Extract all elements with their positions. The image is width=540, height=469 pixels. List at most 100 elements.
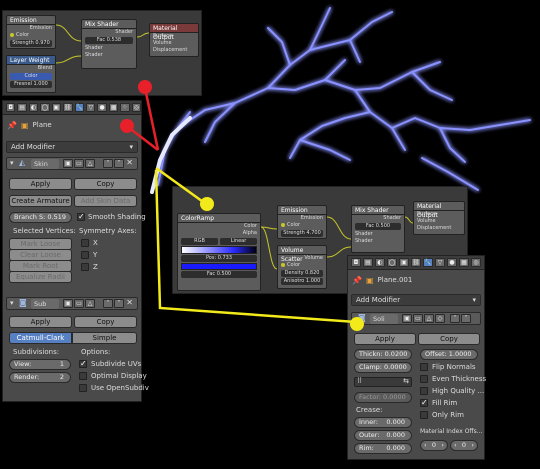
clamp-field[interactable]: Clamp: 0.0000 bbox=[354, 362, 412, 373]
object-tab-icon[interactable]: ▣ bbox=[51, 103, 61, 112]
optimal-display-checkbox[interactable] bbox=[79, 372, 87, 380]
render-levels-field[interactable]: Render: 2 bbox=[9, 372, 71, 383]
material-tab-icon[interactable]: ● bbox=[447, 258, 457, 267]
viewport-toggle-icon[interactable]: ▭ bbox=[413, 314, 423, 323]
offset-field[interactable]: Offset: 1.0000 bbox=[420, 349, 478, 360]
constraints-tab-icon[interactable]: ⛓ bbox=[62, 103, 73, 112]
factor-field[interactable]: Factor: 0.0000 bbox=[354, 392, 412, 403]
modifier-name-field[interactable]: Sub bbox=[31, 299, 59, 309]
close-icon[interactable]: ✕ bbox=[126, 298, 133, 307]
editmode-toggle-icon[interactable]: △ bbox=[424, 314, 434, 323]
material-offset-field[interactable]: ‹ 0 › bbox=[420, 440, 448, 451]
data-tab-icon[interactable]: ▽ bbox=[435, 258, 445, 267]
solidify-copy-button[interactable]: Copy bbox=[418, 333, 480, 345]
world-tab-icon[interactable]: ◯ bbox=[387, 258, 397, 267]
even-thickness-checkbox[interactable] bbox=[420, 375, 428, 383]
decrement-icon[interactable]: ‹ bbox=[424, 441, 427, 450]
constraints-tab-icon[interactable]: ⛓ bbox=[411, 258, 421, 267]
branch-smoothing-field[interactable]: Branch S: 0.519 bbox=[9, 212, 72, 223]
subsurf-modifier-header[interactable]: ▾ ◙ Sub ▣ ▭ △ ˄ ˅ ✕ bbox=[6, 297, 138, 310]
pin-icon[interactable]: 📌 bbox=[7, 121, 17, 130]
move-down-icon[interactable]: ˅ bbox=[114, 159, 124, 168]
modifiers-tab-icon[interactable]: 🔧 bbox=[74, 103, 85, 112]
skin-copy-button[interactable]: Copy bbox=[74, 178, 137, 190]
symmetry-z-checkbox[interactable] bbox=[81, 263, 89, 271]
material-offset-rim-field[interactable]: ‹ 0 › bbox=[450, 440, 478, 451]
symmetry-y-checkbox[interactable] bbox=[81, 251, 89, 259]
render-toggle-icon[interactable]: ▣ bbox=[63, 299, 73, 308]
cage-toggle-icon[interactable]: ◇ bbox=[435, 314, 445, 323]
symmetry-z-label: Z bbox=[93, 263, 98, 271]
move-up-icon[interactable]: ˄ bbox=[103, 159, 113, 168]
smooth-shading-checkbox[interactable] bbox=[77, 212, 85, 221]
context-breadcrumb: 📌 ▣ Plane.001 bbox=[352, 274, 412, 286]
flip-normals-checkbox[interactable] bbox=[420, 363, 428, 371]
inner-crease-field[interactable]: Inner: 0.000 bbox=[354, 417, 412, 428]
render-tab-icon[interactable]: ◘ bbox=[351, 258, 361, 267]
modifier-name-field[interactable]: Soli bbox=[370, 314, 398, 324]
move-up-icon[interactable]: ˄ bbox=[103, 299, 113, 308]
editmode-toggle-icon[interactable]: △ bbox=[85, 299, 95, 308]
viewport-toggle-icon[interactable]: ▭ bbox=[74, 299, 84, 308]
skin-modifier-header[interactable]: ▾ ◭ Skin ▣ ▭ △ ˄ ˅ ✕ bbox=[6, 157, 138, 170]
increment-icon[interactable]: › bbox=[471, 441, 474, 450]
outer-crease-field[interactable]: Outer: 0.000 bbox=[354, 430, 412, 441]
physics-tab-icon[interactable]: ◎ bbox=[131, 103, 142, 112]
simple-toggle[interactable]: Simple bbox=[72, 332, 137, 344]
expand-arrow-icon[interactable]: ▾ bbox=[10, 299, 14, 307]
increment-icon[interactable]: › bbox=[441, 441, 444, 450]
viewport-toggle-icon[interactable]: ▭ bbox=[74, 159, 84, 168]
layers-tab-icon[interactable]: ▤ bbox=[17, 103, 27, 112]
object-tab-icon[interactable]: ▣ bbox=[399, 258, 409, 267]
subsurf-copy-button[interactable]: Copy bbox=[74, 316, 137, 328]
world-tab-icon[interactable]: ◯ bbox=[40, 103, 50, 112]
rim-crease-field[interactable]: Rim: 0.000 bbox=[354, 443, 412, 454]
move-down-icon[interactable]: ˅ bbox=[114, 299, 124, 308]
skin-apply-button[interactable]: Apply bbox=[9, 178, 72, 190]
physics-tab-icon[interactable]: ◎ bbox=[471, 258, 481, 267]
expand-arrow-icon[interactable]: ▾ bbox=[10, 159, 14, 167]
scene-tab-icon[interactable]: ◐ bbox=[28, 103, 39, 112]
optimal-display-label: Optimal Display bbox=[91, 372, 147, 380]
subdivide-uvs-checkbox[interactable] bbox=[79, 359, 87, 368]
selected-vertices-label: Selected Vertices: bbox=[13, 227, 76, 235]
add-skin-data-button[interactable]: Add Skin Data bbox=[74, 195, 137, 207]
particles-tab-icon[interactable]: ⁘ bbox=[120, 103, 130, 112]
create-armature-button[interactable]: Create Armature bbox=[9, 195, 72, 207]
render-toggle-icon[interactable]: ▣ bbox=[63, 159, 73, 168]
texture-tab-icon[interactable]: ▦ bbox=[108, 103, 119, 112]
editmode-toggle-icon[interactable]: △ bbox=[85, 159, 95, 168]
render-toggle-icon[interactable]: ▣ bbox=[402, 314, 412, 323]
close-icon[interactable]: ✕ bbox=[126, 158, 133, 167]
solidify-modifier-header[interactable]: ◙ Soli ▣ ▭ △ ◇ ˄ ˅ bbox=[351, 312, 481, 325]
data-tab-icon[interactable]: ▽ bbox=[86, 103, 96, 112]
high-quality-checkbox[interactable] bbox=[420, 387, 428, 395]
texture-tab-icon[interactable]: ▦ bbox=[459, 258, 469, 267]
fill-rim-checkbox[interactable] bbox=[420, 398, 428, 407]
scene-tab-icon[interactable]: ◐ bbox=[375, 258, 385, 267]
use-opensubdiv-checkbox[interactable] bbox=[79, 384, 87, 392]
view-levels-field[interactable]: View: 1 bbox=[9, 359, 71, 370]
modifier-name-field[interactable]: Skin bbox=[31, 159, 59, 169]
chevron-down-icon: ▾ bbox=[129, 143, 133, 151]
thickness-field[interactable]: Thickn: 0.0200 bbox=[354, 349, 412, 360]
add-modifier-dropdown[interactable]: Add Modifier ▾ bbox=[351, 294, 481, 306]
layers-tab-icon[interactable]: ▤ bbox=[363, 258, 373, 267]
equalize-radii-button[interactable]: Equalize Radii bbox=[9, 271, 72, 283]
only-rim-checkbox[interactable] bbox=[420, 411, 428, 419]
vertex-group-field[interactable]: ⠿ ⇆ bbox=[354, 377, 412, 387]
blender-screenshot-collage: Emission Emission Color Strength 0.970 M… bbox=[0, 0, 540, 469]
subsurf-apply-button[interactable]: Apply bbox=[9, 316, 72, 328]
add-modifier-dropdown[interactable]: Add Modifier ▾ bbox=[6, 141, 138, 153]
material-tab-icon[interactable]: ● bbox=[97, 103, 107, 112]
catmull-clark-toggle[interactable]: Catmull-Clark bbox=[9, 332, 72, 344]
decrement-icon[interactable]: ‹ bbox=[454, 441, 457, 450]
move-up-icon[interactable]: ˄ bbox=[450, 314, 460, 323]
invert-toggle-icon[interactable]: ⇆ bbox=[403, 377, 409, 385]
modifiers-tab-icon[interactable]: 🔧 bbox=[423, 258, 433, 267]
render-tab-icon[interactable]: ◘ bbox=[6, 103, 16, 112]
solidify-apply-button[interactable]: Apply bbox=[354, 333, 416, 345]
symmetry-x-checkbox[interactable] bbox=[81, 239, 89, 247]
pin-icon[interactable]: 📌 bbox=[352, 276, 362, 285]
move-down-icon[interactable]: ˅ bbox=[461, 314, 471, 323]
